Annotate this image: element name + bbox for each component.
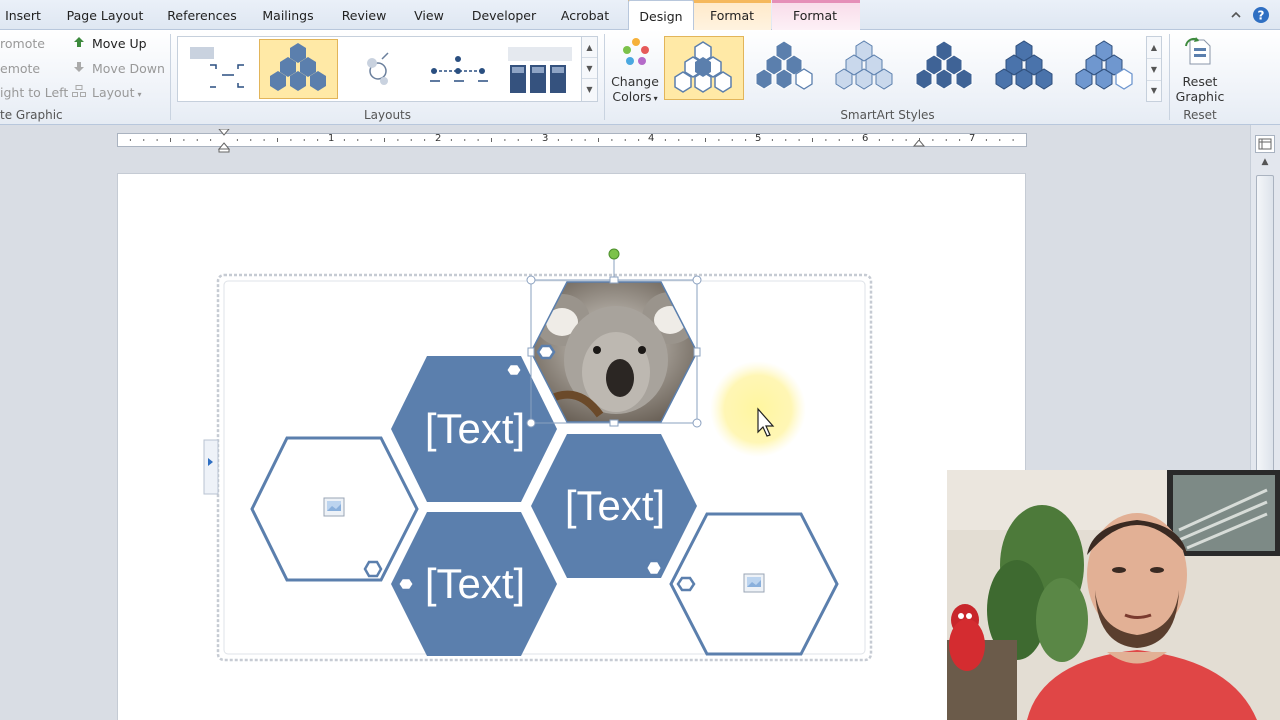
koala-picture-hexagon[interactable] (530, 281, 698, 423)
image-placeholder-icon[interactable] (743, 573, 765, 593)
text-pane-toggle[interactable] (203, 439, 219, 495)
webcam-overlay (947, 470, 1280, 720)
webcam-presenter-image (947, 470, 1280, 720)
smartart-text-2[interactable]: [Text] (535, 479, 695, 533)
smartart-text-3[interactable]: [Text] (395, 557, 555, 611)
rotation-handle[interactable] (608, 248, 620, 260)
smartart-text-1[interactable]: [Text] (395, 402, 555, 456)
image-placeholder-icon[interactable] (323, 497, 345, 517)
